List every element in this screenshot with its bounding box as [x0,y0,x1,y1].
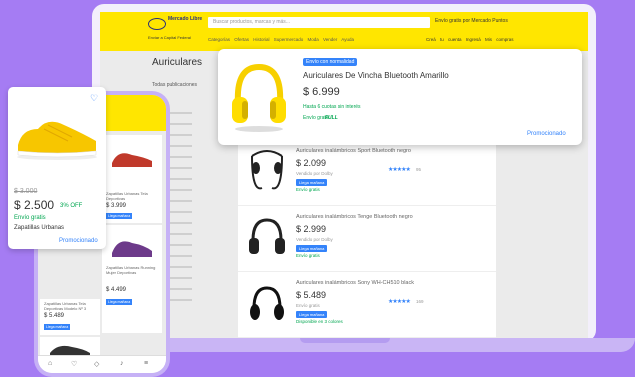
product-title: Zapatillas Urbanas Running Mujer Deporti… [106,265,156,275]
delivery-badge: Llega mañana [106,213,133,219]
headphones-image [249,218,285,254]
product-title[interactable]: Auriculares De Vincha Bluetooth Amarillo [303,71,449,80]
rating-count: 169 [416,299,424,304]
phone-tab-bar: ⌂ ♡ ◇ ♪ ≡ [38,355,166,373]
headphones-image [250,286,284,320]
delivery-badge: Llega mañana [106,299,133,305]
promoted-label: Promocionado [527,131,566,137]
delivery-badge: Llega mañana [296,179,328,186]
product-price: $ 6.999 [303,86,340,98]
list-item[interactable]: Auriculares inalámbricos Tenge Bluetooth… [238,208,496,272]
account-links[interactable]: Creá tu cuenta Ingresá Mis compras [426,37,514,42]
promo-banner[interactable]: Envío gratis por Mercado Puntos [435,18,508,24]
product-price: $ 4.499 [106,287,127,293]
original-price: $ 3.000 [14,188,38,195]
product-price: $ 5.489 [296,290,327,300]
delivery-badge: Llega mañana [44,324,71,330]
full-badge: FULL [325,115,338,121]
shoe-image [112,241,152,257]
grid-item[interactable]: Zapatillas Urbanas Tela Deportivas $ 3.9… [102,135,162,223]
featured-product-card[interactable]: Envío con normalidad Auriculares De Vinc… [218,49,582,145]
product-price: $ 2.999 [296,224,327,234]
yellow-headphones-image [232,63,286,132]
product-price: $ 3.999 [106,203,127,209]
location-selector[interactable]: Enviar a Capital Federal [148,35,191,40]
menu-icon[interactable]: ≡ [144,360,148,367]
handshake-logo-icon[interactable] [148,18,166,30]
tag-icon[interactable]: ◇ [94,360,99,368]
product-price: $ 2.099 [296,158,327,168]
filter-heading: Todas publicaciones [152,82,198,88]
product-price: $ 5.489 [44,313,65,319]
yellow-shoe-image [17,121,97,160]
shipping-text: Disponible en 3 colores [296,319,343,324]
product-title[interactable]: Auriculares inalámbricos Tenge Bluetooth… [296,214,413,220]
seller-text: Envío gratis [296,303,320,308]
category-nav[interactable]: Categorías Ofertas Historial Supermercad… [208,37,354,42]
discount-badge: 3% OFF [60,203,83,209]
seller-text: Vendido por Dolby [296,171,333,176]
shoe-image [112,153,152,167]
product-title[interactable]: Zapatillas Urbanas [14,225,64,231]
bell-icon[interactable]: ♪ [120,360,124,367]
brand-name[interactable]: Mercado Libre [168,17,208,22]
rating-stars: ★★★★★ [388,299,411,305]
rating-stars: ★★★★★ [388,167,411,173]
promoted-label: Promocionado [59,238,98,244]
product-title[interactable]: Auriculares inalámbricos Sport Bluetooth… [296,148,411,154]
laptop-notch [300,338,390,343]
installments-text: Hasta 6 cuotas sin interés [303,104,361,110]
product-title[interactable]: Auriculares inalámbricos Sony WH-CH510 b… [296,280,414,286]
shoe-product-card[interactable]: ♡ $ 3.000 $ 2.500 3% OFF Envío gratis Za… [8,87,106,249]
home-icon[interactable]: ⌂ [48,360,52,367]
delivery-badge: Llega mañana [296,311,328,318]
grid-item[interactable]: Zapatillas Urbanas Tela Deportivas Model… [40,299,100,335]
heart-icon[interactable]: ♡ [71,360,77,368]
page-title: Auriculares [152,57,203,68]
list-item[interactable]: Auriculares inalámbricos Sport Bluetooth… [238,142,496,206]
site-header: Mercado Libre Buscar productos, marcas y… [100,12,588,51]
search-placeholder: Buscar productos, marcas y más... [213,19,290,25]
seller-text: Vendido por Dolby [296,237,333,242]
shipping-text: Envío gratis [296,253,320,258]
product-price: $ 2.500 [14,198,55,212]
shipping-text: Envío gratis [296,187,320,192]
status-badge: Envío con normalidad [303,58,358,66]
shipping-text: Envío gratis [14,215,46,221]
sport-earphones-image [251,150,283,190]
rating-count: 95 [416,167,422,172]
search-input[interactable]: Buscar productos, marcas y más... [208,17,430,28]
product-title: Zapatillas Urbanas Tela Deportivas Model… [44,301,87,311]
results-list: Auriculares inalámbricos Sport Bluetooth… [238,142,496,338]
list-item[interactable]: Auriculares inalámbricos Sony WH-CH510 b… [238,274,496,338]
delivery-badge: Llega mañana [296,245,328,252]
grid-item[interactable]: Zapatillas Urbanas Running Mujer Deporti… [102,225,162,333]
product-title: Zapatillas Urbanas Tela Deportivas [106,191,148,201]
